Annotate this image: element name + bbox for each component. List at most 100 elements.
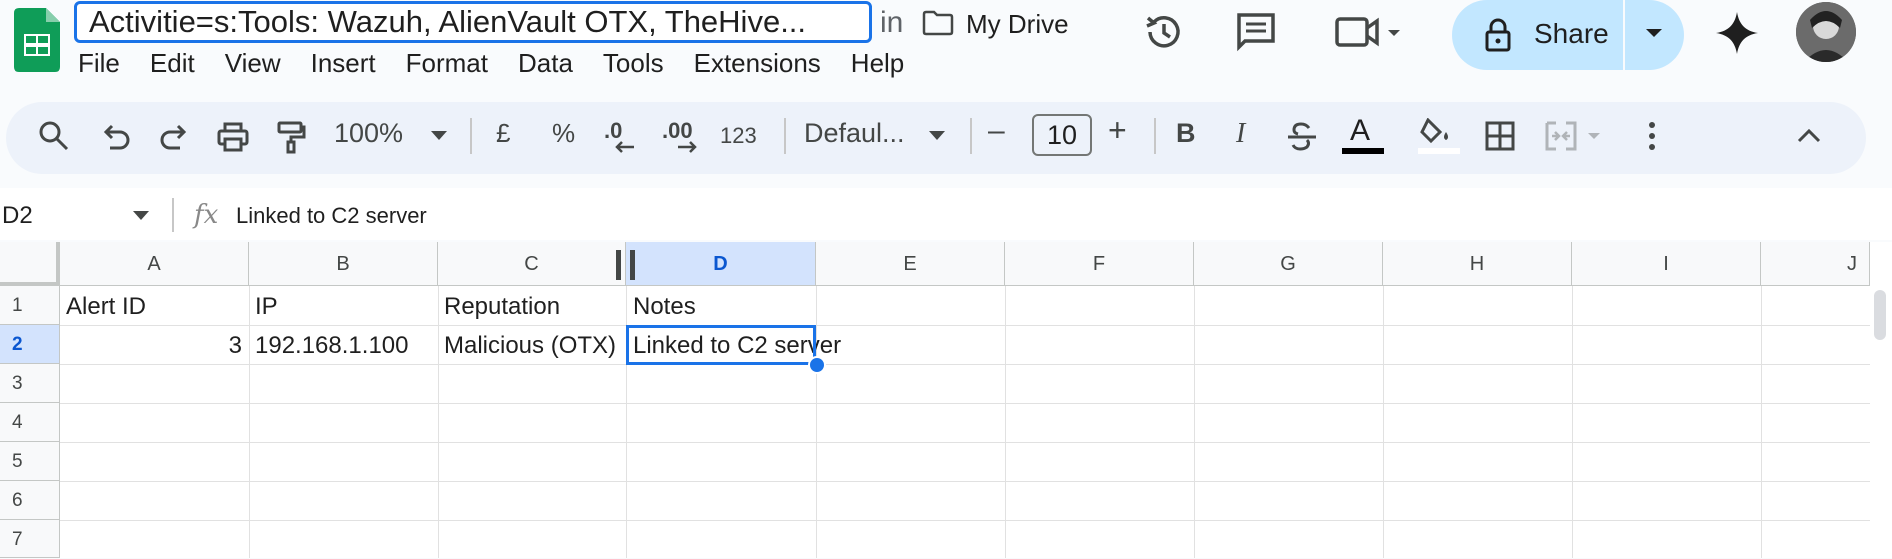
folder-icon[interactable] (922, 10, 954, 36)
column-resize-handle[interactable] (630, 250, 635, 280)
increase-font-size-button[interactable]: + (1108, 112, 1127, 149)
comment-icon[interactable] (1234, 10, 1278, 54)
more-formats-button[interactable]: 123 (720, 123, 757, 149)
paint-format-icon[interactable] (276, 120, 306, 154)
name-box-dropdown-icon[interactable] (132, 210, 150, 222)
row-header-6[interactable]: 6 (0, 481, 60, 520)
menu-view[interactable]: View (225, 48, 281, 79)
zoom-select[interactable]: 100% (334, 118, 403, 149)
lock-icon (1485, 18, 1511, 52)
toolbar-divider (470, 118, 472, 154)
share-divider (1623, 0, 1625, 70)
bold-button[interactable]: B (1176, 118, 1196, 149)
menu-bar: File Edit View Insert Format Data Tools … (78, 48, 934, 79)
cell-a1[interactable]: Alert ID (66, 288, 146, 326)
document-title-input[interactable]: Activitie=s:Tools: Wazuh, AlienVault OTX… (74, 1, 872, 43)
cell-c1[interactable]: Reputation (444, 288, 560, 326)
decrease-font-size-button[interactable]: – (988, 114, 1005, 148)
drive-location-link[interactable]: My Drive (966, 9, 1069, 40)
row-header-4[interactable]: 4 (0, 403, 60, 442)
formula-divider (172, 198, 174, 232)
print-icon[interactable] (216, 122, 250, 152)
column-header-d[interactable]: D (626, 242, 816, 286)
grid-line (1383, 286, 1384, 558)
text-color-button[interactable]: A (1350, 114, 1370, 148)
row-header-2[interactable]: 2 (0, 325, 60, 364)
toolbar-divider (784, 118, 786, 154)
grid-line (60, 520, 1870, 521)
meet-video-icon[interactable] (1334, 10, 1404, 54)
column-header-i[interactable]: I (1572, 242, 1761, 286)
cell-b1[interactable]: IP (255, 288, 278, 326)
select-all-corner[interactable] (0, 242, 60, 286)
column-header-a[interactable]: A (60, 242, 249, 286)
menu-tools[interactable]: Tools (603, 48, 664, 79)
share-dropdown-icon[interactable] (1644, 27, 1664, 41)
row-header-3[interactable]: 3 (0, 364, 60, 403)
column-header-e[interactable]: E (816, 242, 1005, 286)
formula-input[interactable]: Linked to C2 server (236, 203, 427, 229)
font-size-input[interactable]: 10 (1032, 114, 1092, 156)
font-dropdown-icon[interactable] (928, 130, 946, 142)
italic-button[interactable]: I (1236, 118, 1245, 150)
share-label: Share (1534, 18, 1609, 49)
row-header-5[interactable]: 5 (0, 442, 60, 481)
zoom-dropdown-icon[interactable] (430, 130, 448, 142)
menu-insert[interactable]: Insert (311, 48, 376, 79)
row-header-7[interactable]: 7 (0, 520, 60, 558)
cell-a2[interactable]: 3 (60, 327, 242, 365)
borders-icon[interactable] (1484, 120, 1516, 152)
grid-line (1761, 286, 1762, 558)
fill-color-icon[interactable] (1420, 118, 1456, 148)
in-label: in (880, 6, 904, 39)
column-header-f[interactable]: F (1005, 242, 1194, 286)
arrow-left-icon (615, 141, 634, 153)
arrow-right-icon (678, 141, 697, 153)
grid-line (60, 325, 1870, 326)
strikethrough-icon[interactable] (1286, 120, 1318, 152)
toolbar-divider (970, 118, 972, 154)
menu-format[interactable]: Format (406, 48, 488, 79)
cell-b2[interactable]: 192.168.1.100 (255, 327, 408, 365)
sheet-grid[interactable] (0, 242, 1892, 558)
cell-c2[interactable]: Malicious (OTX) (444, 327, 616, 365)
active-cell-selection[interactable] (626, 325, 816, 365)
fill-handle[interactable] (808, 356, 826, 374)
grid-line (1572, 286, 1573, 558)
row-header-1[interactable]: 1 (0, 286, 60, 325)
grid-line (1194, 286, 1195, 558)
cell-d1[interactable]: Notes (633, 288, 696, 326)
menu-extensions[interactable]: Extensions (694, 48, 821, 79)
search-menus-icon[interactable] (38, 120, 70, 152)
collapse-toolbar-icon[interactable] (1796, 128, 1822, 144)
column-header-j[interactable]: J (1761, 242, 1870, 286)
avatar[interactable] (1796, 2, 1856, 62)
font-select[interactable]: Defaul... (804, 118, 905, 149)
menu-data[interactable]: Data (518, 48, 573, 79)
currency-format-button[interactable]: £ (496, 118, 510, 149)
grid-line (249, 286, 250, 558)
grid-line (1005, 286, 1006, 558)
name-box[interactable]: D2 (2, 202, 33, 230)
percent-format-button[interactable]: % (552, 118, 575, 149)
column-resize-handle[interactable] (616, 250, 621, 280)
gemini-sparkle-icon[interactable] (1716, 12, 1758, 54)
menu-file[interactable]: File (78, 48, 120, 79)
column-header-h[interactable]: H (1383, 242, 1572, 286)
undo-icon[interactable] (100, 122, 132, 152)
redo-icon[interactable] (158, 122, 190, 152)
menu-help[interactable]: Help (851, 48, 904, 79)
history-icon[interactable] (1142, 10, 1186, 54)
fill-color-swatch (1418, 148, 1460, 154)
text-color-swatch (1342, 148, 1384, 154)
toolbar-divider (1154, 118, 1156, 154)
column-header-b[interactable]: B (249, 242, 438, 286)
grid-line (60, 442, 1870, 443)
vertical-scrollbar[interactable] (1874, 290, 1886, 340)
merge-cells-icon[interactable] (1544, 120, 1604, 152)
menu-edit[interactable]: Edit (150, 48, 195, 79)
column-header-c[interactable]: C (438, 242, 626, 286)
more-options-icon[interactable] (1644, 120, 1660, 152)
sheets-logo-icon[interactable] (14, 8, 60, 72)
column-header-g[interactable]: G (1194, 242, 1383, 286)
